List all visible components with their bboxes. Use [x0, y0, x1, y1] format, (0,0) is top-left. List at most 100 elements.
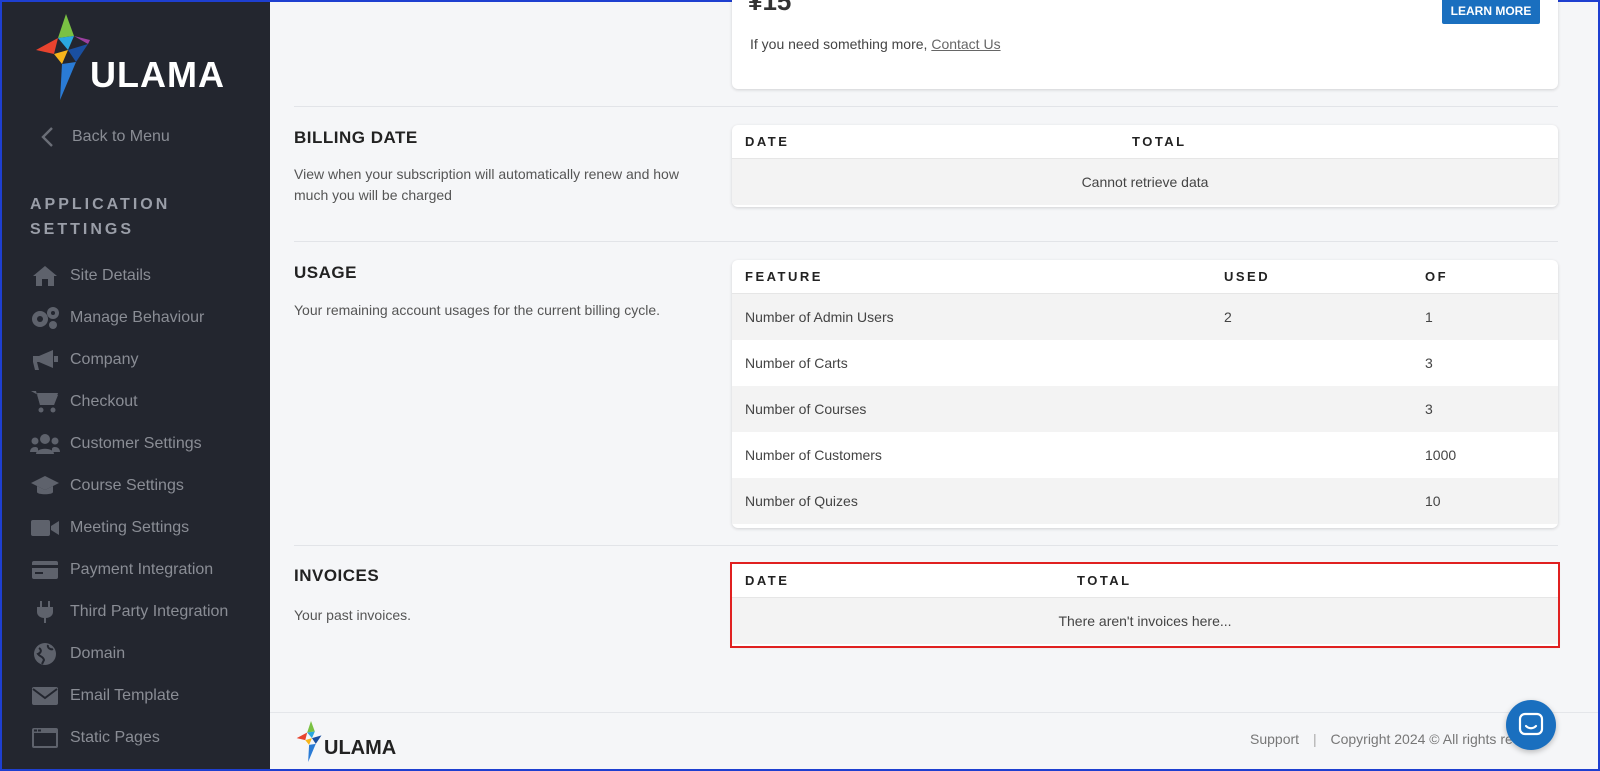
sidebar-item-label: Meeting Settings — [70, 519, 190, 536]
divider — [294, 241, 1558, 242]
table-row: Number of Customers 1000 — [732, 432, 1558, 478]
col-feature: FEATURE — [745, 269, 823, 284]
billing-empty-message: Cannot retrieve data — [732, 159, 1558, 205]
graduation-cap-icon — [30, 474, 60, 498]
sidebar-item-label: Payment Integration — [70, 561, 214, 578]
sidebar-item-static-pages[interactable]: Static Pages — [30, 717, 266, 759]
sidebar-item-label: Manage Behaviour — [70, 309, 205, 326]
invoices-description: Your past invoices. — [294, 607, 411, 623]
table-header: FEATURE USED OF — [732, 260, 1558, 294]
logo-text: ULAMA — [90, 54, 225, 95]
sidebar-item-label: Course Settings — [70, 477, 184, 494]
usage-description: Your remaining account usages for the cu… — [294, 302, 661, 318]
col-used: USED — [1224, 269, 1271, 284]
credit-card-icon — [30, 558, 60, 582]
home-icon — [30, 264, 60, 288]
col-total: TOTAL — [1132, 134, 1187, 149]
usage-title: USAGE — [294, 263, 357, 282]
billing-date-title: BILLING DATE — [294, 128, 418, 147]
sidebar-item-third-party-integration[interactable]: Third Party Integration — [30, 591, 266, 633]
envelope-icon — [30, 684, 60, 708]
globe-icon — [30, 642, 60, 666]
support-link[interactable]: Support — [1250, 731, 1299, 747]
of-cell: 1 — [1425, 309, 1433, 325]
plan-price: ¥15 — [748, 0, 792, 16]
footer-logo-text: ULAMA — [324, 737, 397, 759]
sidebar-item-label: Site Details — [70, 267, 151, 284]
sidebar-item-checkout[interactable]: Checkout — [30, 381, 266, 423]
col-date: DATE — [745, 134, 790, 149]
sidebar-item-label: Company — [70, 351, 139, 368]
sidebar-item-label: Domain — [70, 645, 126, 662]
megaphone-icon — [30, 348, 60, 372]
footer: ULAMA Support | Copyright 2024 © All rig… — [270, 712, 1598, 769]
invoices-empty-message: There aren't invoices here... — [732, 598, 1558, 644]
table-row: Number of Quizes 10 — [732, 478, 1558, 524]
billing-table: DATE TOTAL Cannot retrieve data — [732, 125, 1558, 207]
col-of: OF — [1425, 269, 1449, 284]
sidebar-item-email-template[interactable]: Email Template — [30, 675, 266, 717]
copyright-text: Copyright 2024 © All rights re — [1330, 731, 1513, 747]
ulama-logo[interactable]: ULAMA — [36, 14, 246, 104]
footer-logo[interactable]: ULAMA — [294, 721, 397, 763]
invoices-title: INVOICES — [294, 566, 380, 585]
usage-table: FEATURE USED OF Number of Admin Users 2 … — [732, 260, 1558, 528]
of-cell: 1000 — [1425, 447, 1457, 463]
chat-launcher-button[interactable] — [1506, 700, 1556, 750]
sidebar-item-customer-settings[interactable]: Customer Settings — [30, 423, 266, 465]
used-cell: 2 — [1224, 309, 1232, 325]
back-to-menu-link[interactable]: Back to Menu — [36, 122, 170, 152]
sidebar-item-label: Checkout — [70, 393, 138, 410]
sidebar-item-payment-integration[interactable]: Payment Integration — [30, 549, 266, 591]
sidebar-item-domain[interactable]: Domain — [30, 633, 266, 675]
plug-icon — [30, 600, 60, 624]
table-row: Number of Courses 3 — [732, 386, 1558, 432]
learn-more-button[interactable]: LEARN MORE — [1442, 0, 1540, 24]
divider — [294, 545, 1558, 546]
hummingbird-logo-icon — [36, 14, 90, 100]
sidebar-item-course-settings[interactable]: Course Settings — [30, 465, 266, 507]
col-total: TOTAL — [1077, 573, 1132, 588]
gears-icon — [30, 306, 60, 330]
application-settings-heading: APPLICATION SETTINGS — [30, 196, 171, 238]
window-icon — [30, 726, 60, 750]
divider — [294, 106, 1558, 107]
contact-text: If you need something more, Contact Us — [750, 36, 1001, 52]
feature-cell: Number of Quizes — [745, 493, 858, 509]
cart-icon — [30, 390, 60, 414]
sidebar-item-manage-behaviour[interactable]: Manage Behaviour — [30, 297, 266, 339]
col-date: DATE — [745, 573, 790, 588]
sidebar-item-company[interactable]: Company — [30, 339, 266, 381]
sidebar: ULAMA Back to Menu APPLICATION SETTINGS … — [2, 2, 270, 769]
of-cell: 3 — [1425, 355, 1433, 371]
contact-us-link[interactable]: Contact Us — [931, 36, 1000, 52]
usage-rows: Number of Admin Users 2 1 Number of Cart… — [732, 294, 1558, 524]
video-camera-icon — [30, 516, 60, 540]
feature-cell: Number of Customers — [745, 447, 882, 463]
plan-card: ¥15 If you need something more, Contact … — [732, 0, 1558, 89]
of-cell: 10 — [1425, 493, 1441, 509]
sidebar-item-label: Customer Settings — [70, 435, 202, 452]
billing-date-description: View when your subscription will automat… — [294, 166, 679, 203]
feature-cell: Number of Carts — [745, 355, 848, 371]
feature-cell: Number of Admin Users — [745, 309, 894, 325]
chevron-left-icon — [41, 127, 53, 147]
footer-links: Support | Copyright 2024 © All rights re — [1250, 731, 1513, 747]
back-to-menu-label: Back to Menu — [72, 128, 170, 145]
table-header: DATE TOTAL — [732, 125, 1558, 159]
settings-menu: Site Details Manage Behaviour Company Ch… — [30, 255, 266, 759]
users-icon — [30, 432, 60, 456]
table-row: Number of Admin Users 2 1 — [732, 294, 1558, 340]
sidebar-item-label: Static Pages — [70, 729, 160, 746]
sidebar-item-label: Third Party Integration — [70, 603, 229, 620]
sidebar-item-site-details[interactable]: Site Details — [30, 255, 266, 297]
table-row: Number of Carts 3 — [732, 340, 1558, 386]
sidebar-item-label: Email Template — [70, 687, 180, 704]
main-content: ¥15 If you need something more, Contact … — [270, 0, 1598, 769]
invoices-table: DATE TOTAL There aren't invoices here... — [730, 562, 1560, 648]
sidebar-item-meeting-settings[interactable]: Meeting Settings — [30, 507, 266, 549]
hummingbird-logo-icon — [296, 721, 322, 763]
footer-separator: | — [1312, 731, 1317, 747]
of-cell: 3 — [1425, 401, 1433, 417]
chat-icon — [1518, 712, 1544, 736]
